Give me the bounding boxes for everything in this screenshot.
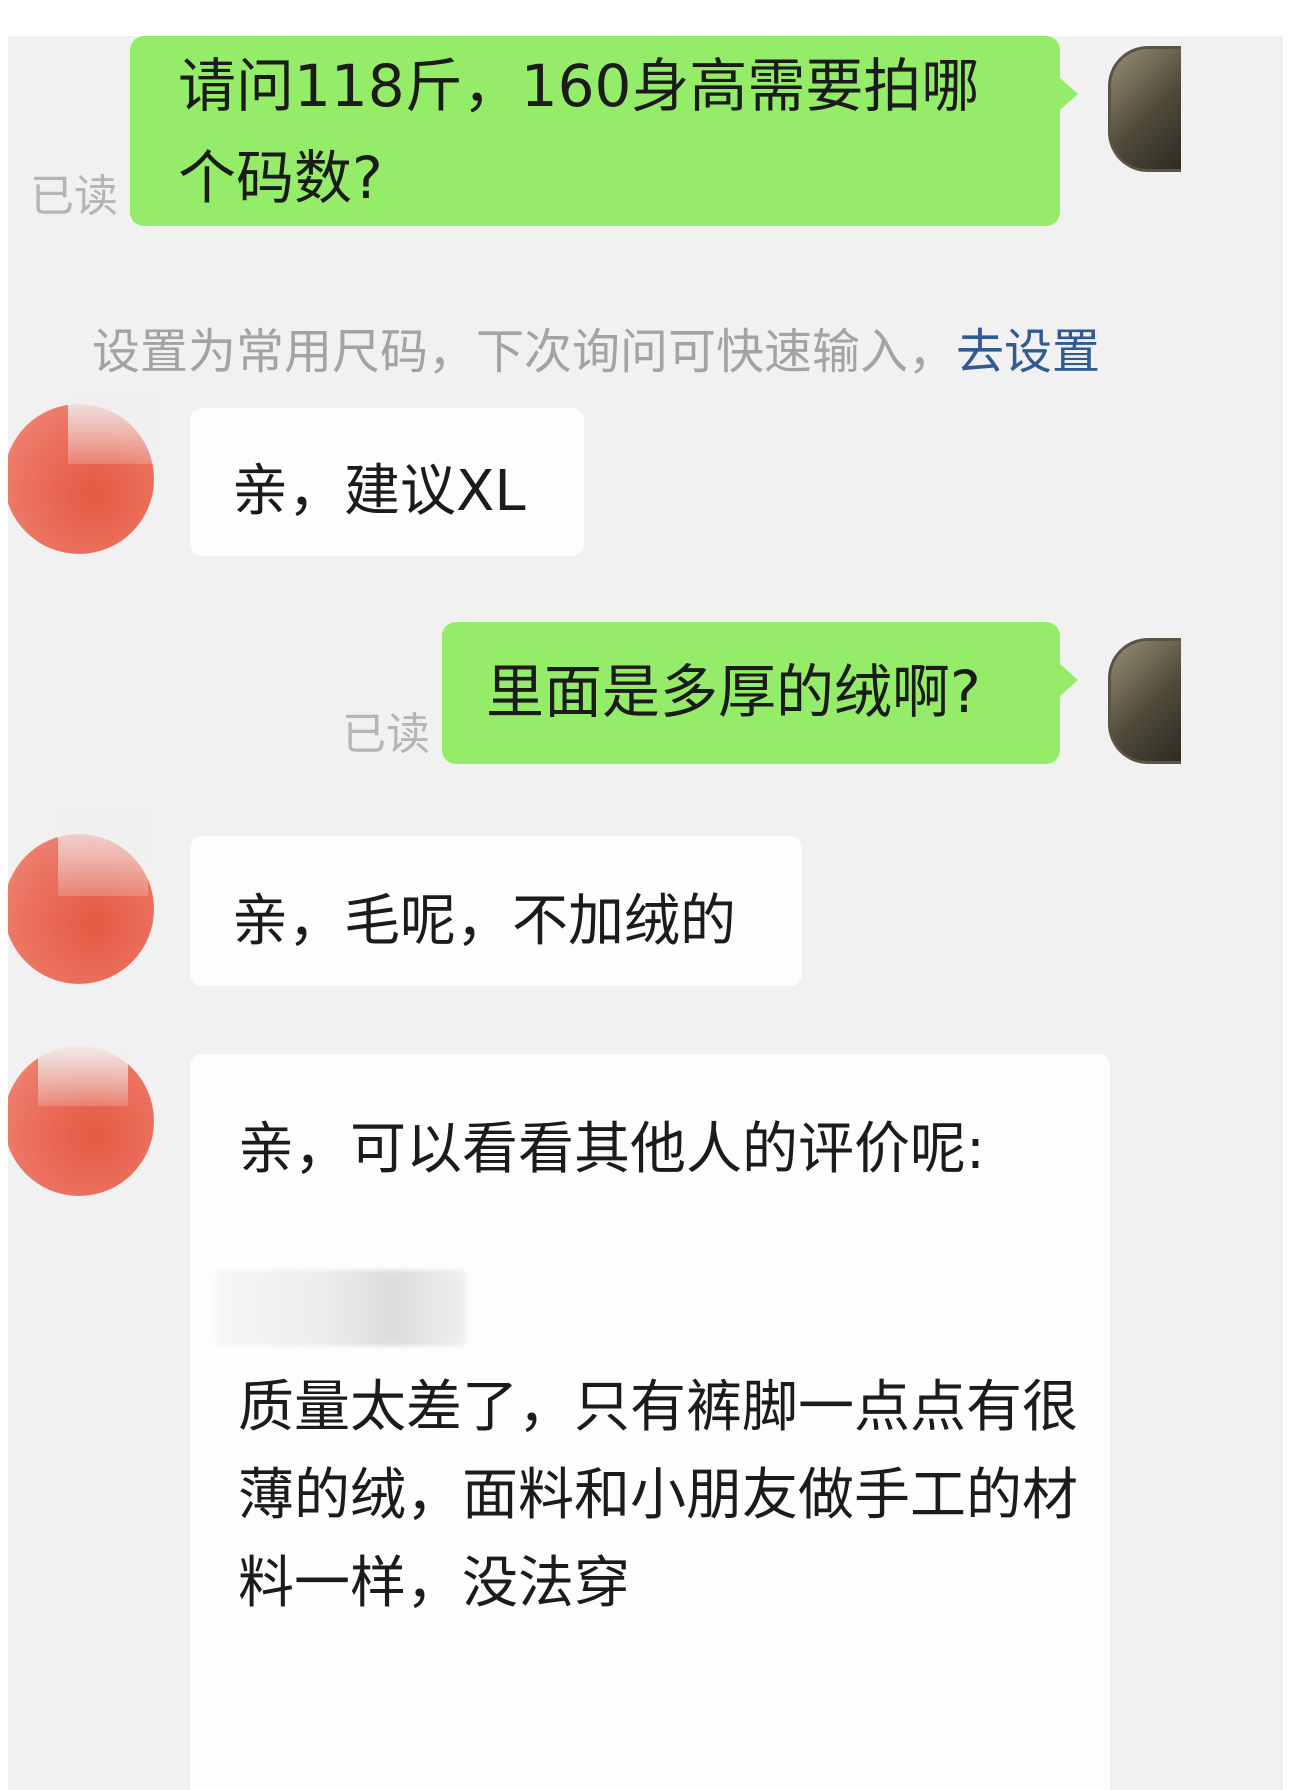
avatar-blur-mask xyxy=(68,394,158,464)
message-bubble-outgoing[interactable]: 里面是多厚的绒啊? xyxy=(442,622,1078,764)
message-text: 亲，可以看看其他人的评价呢: xyxy=(238,1117,985,1182)
review-user-blurred xyxy=(216,1270,466,1346)
read-receipt: 已读 xyxy=(30,171,118,222)
read-receipt: 已读 xyxy=(342,709,430,760)
size-setting-tip: 设置为常用尺码，下次询问可快速输入，去设置 xyxy=(92,312,1100,382)
go-settings-link[interactable]: 去设置 xyxy=(956,324,1100,380)
review-text: 质量太差了，只有裤脚一点点有很薄的绒，面料和小朋友做手工的材料一样，没法穿 xyxy=(238,1375,1078,1616)
avatar-blur-mask xyxy=(38,1046,128,1106)
message-bubble-outgoing[interactable]: 请问118斤，160身高需要拍哪个码数? xyxy=(130,36,1078,226)
user-avatar-icon[interactable] xyxy=(1108,46,1181,172)
message-text: 请问118斤，160身高需要拍哪个码数? xyxy=(178,52,980,212)
message-text: 亲，毛呢，不加绒的 xyxy=(232,889,736,954)
avatar-blur-mask xyxy=(58,806,148,896)
message-bubble-incoming[interactable]: 亲，毛呢，不加绒的 xyxy=(190,836,802,986)
chat-message-list[interactable]: 已读 请问118斤，160身高需要拍哪个码数? 设置为常用尺码，下次询问可快速输… xyxy=(8,36,1283,1790)
message-bubble-incoming[interactable]: 亲，建议XL xyxy=(190,408,584,556)
tip-text: 设置为常用尺码，下次询问可快速输入， xyxy=(92,324,957,380)
message-text: 里面是多厚的绒啊? xyxy=(486,658,981,726)
user-avatar-icon[interactable] xyxy=(1108,638,1181,764)
message-text: 亲，建议XL xyxy=(232,459,526,524)
